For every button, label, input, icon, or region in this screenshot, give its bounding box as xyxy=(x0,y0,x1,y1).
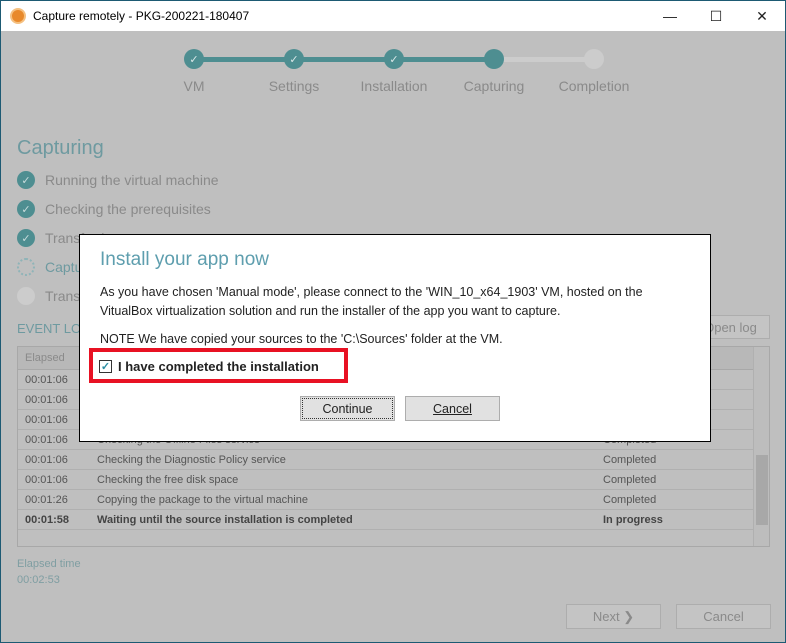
step-completion-label: Completion xyxy=(558,78,630,94)
table-row[interactable]: 00:01:26 Copying the package to the virtu… xyxy=(18,490,769,510)
cell-elapsed: 00:01:58 xyxy=(25,513,70,526)
dialog-message-line2: VitualBox virtualization solution and ru… xyxy=(100,304,561,318)
completed-installation-checkbox[interactable]: ✓ xyxy=(99,360,112,373)
cell-elapsed: 00:01:06 xyxy=(25,473,68,486)
check-circle-icon: ✓ xyxy=(17,200,35,218)
stepper-remaining-line xyxy=(494,57,594,62)
minimize-button[interactable]: — xyxy=(647,1,693,31)
cell-event: Copying the package to the virtual machi… xyxy=(97,493,308,506)
cell-status: Completed xyxy=(603,453,657,466)
completed-installation-checkbox-row[interactable]: ✓ I have completed the installation xyxy=(99,359,319,374)
elapsed-time-value: 00:02:53 xyxy=(17,574,60,586)
cancel-button[interactable]: Cancel xyxy=(676,604,771,629)
next-button[interactable]: Next ❯ xyxy=(566,604,661,629)
page-title: Capturing xyxy=(17,137,104,159)
scrollbar-thumb[interactable] xyxy=(756,455,768,525)
task-item: ✓ Checking the prerequisites xyxy=(17,200,211,218)
check-icon: ✓ xyxy=(289,53,299,66)
cell-status: In progress xyxy=(603,513,663,526)
dialog-title: Install your app now xyxy=(100,249,269,270)
task-item: ✓ Running the virtual machine xyxy=(17,171,219,189)
install-app-dialog: Install your app now As you have chosen … xyxy=(79,234,711,442)
task-label: Checking the prerequisites xyxy=(45,201,211,217)
elapsed-time-label: Elapsed time xyxy=(17,558,81,570)
dialog-note: NOTE We have copied your sources to the … xyxy=(100,332,503,346)
window-title: Capture remotely - PKG-200221-180407 xyxy=(33,9,250,23)
task-label: Running the virtual machine xyxy=(45,172,219,188)
pending-circle-icon xyxy=(17,287,35,305)
cell-status: Completed xyxy=(603,493,657,506)
continue-button[interactable]: Continue xyxy=(300,396,395,421)
title-bar: Capture remotely - PKG-200221-180407 — ☐… xyxy=(1,1,785,31)
spinner-icon xyxy=(17,258,35,276)
table-row[interactable]: 00:01:58 Waiting until the source install… xyxy=(18,510,769,530)
scrollbar[interactable] xyxy=(753,347,769,546)
table-row[interactable]: 00:01:06 Checking the Diagnostic Policy s… xyxy=(18,450,769,470)
step-completion-indicator xyxy=(584,49,604,69)
cell-status: Completed xyxy=(603,473,657,486)
cell-elapsed: 00:01:26 xyxy=(25,493,68,506)
column-header-elapsed: Elapsed xyxy=(25,352,65,364)
step-vm-indicator: ✓ xyxy=(184,49,204,69)
check-icon: ✓ xyxy=(100,361,111,373)
step-settings-indicator: ✓ xyxy=(284,49,304,69)
step-capturing-indicator xyxy=(484,49,504,69)
dialog-cancel-label: Cancel xyxy=(433,401,472,416)
check-circle-icon: ✓ xyxy=(17,171,35,189)
cell-event: Checking the free disk space xyxy=(97,473,239,486)
check-circle-icon: ✓ xyxy=(17,229,35,247)
app-logo-icon xyxy=(10,8,26,24)
step-installation-indicator: ✓ xyxy=(384,49,404,69)
cell-event: Waiting until the source installation is… xyxy=(97,513,353,526)
check-icon: ✓ xyxy=(189,53,199,66)
capture-window: Capture remotely - PKG-200221-180407 — ☐… xyxy=(0,0,786,643)
cell-event: Checking the Diagnostic Policy service xyxy=(97,453,286,466)
check-icon: ✓ xyxy=(389,53,399,66)
dialog-cancel-button[interactable]: Cancel xyxy=(405,396,500,421)
table-row[interactable]: 00:01:06 Checking the free disk space Comp… xyxy=(18,470,769,490)
maximize-button[interactable]: ☐ xyxy=(693,1,739,31)
checkbox-label[interactable]: I have completed the installation xyxy=(118,359,319,374)
stepper-progress-line xyxy=(194,57,494,62)
cell-elapsed: 00:01:06 xyxy=(25,453,68,466)
close-button[interactable]: ✕ xyxy=(739,1,785,31)
dialog-message-line1: As you have chosen 'Manual mode', please… xyxy=(100,285,643,299)
